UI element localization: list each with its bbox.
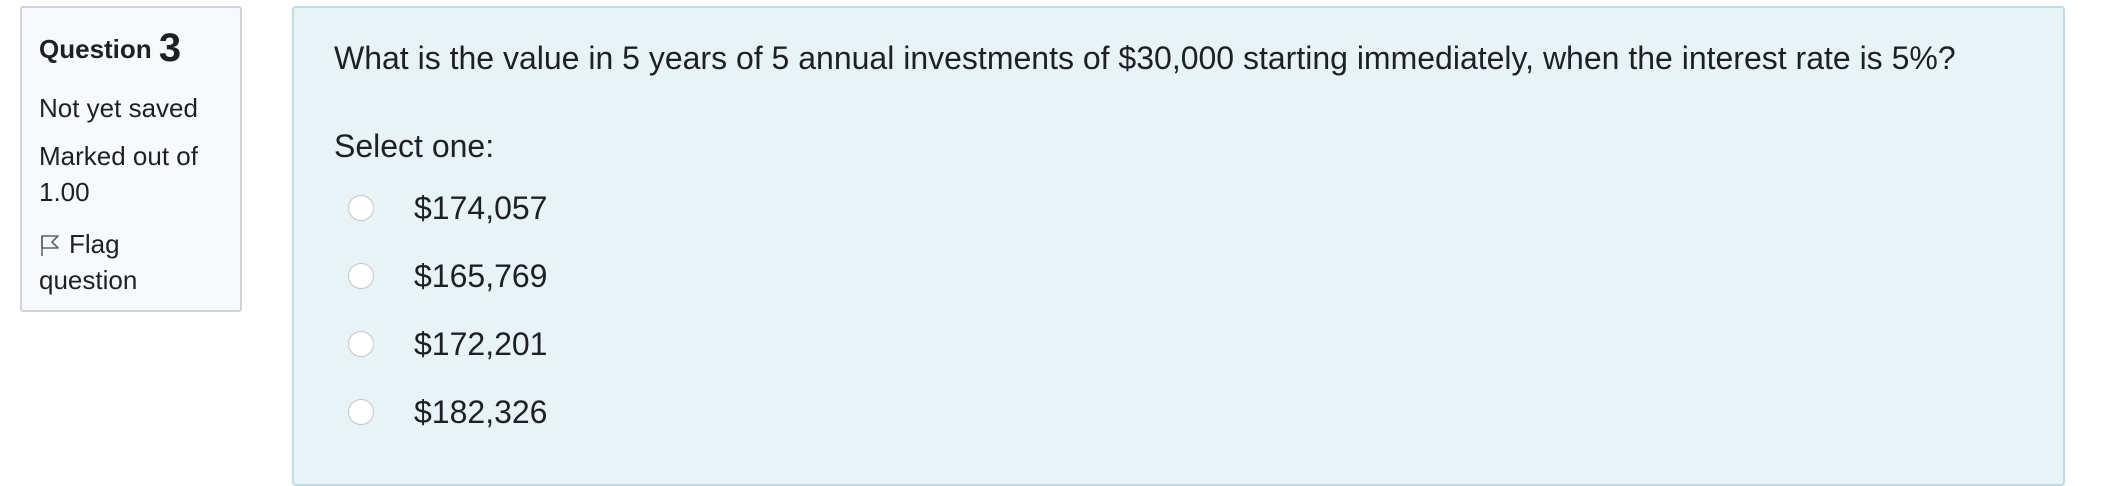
flag-label-line2: question <box>39 265 138 295</box>
answer-label[interactable]: $174,057 <box>414 190 547 227</box>
flag-icon <box>41 235 59 256</box>
select-prompt: Select one: <box>334 128 495 164</box>
radio-button[interactable] <box>348 331 374 357</box>
radio-button[interactable] <box>348 195 374 221</box>
answer-list: $174,057 $165,769 $172,201 $182,326 <box>334 174 2023 446</box>
question-grade: Marked out of 1.00 <box>39 138 224 210</box>
question-content-panel: What is the value in 5 years of 5 annual… <box>292 6 2065 486</box>
answer-label[interactable]: $172,201 <box>414 326 547 363</box>
marked-out-of-label: Marked out of <box>39 141 198 171</box>
answer-option[interactable]: $182,326 <box>334 378 2023 446</box>
question-info-panel: Question 3 Not yet saved Marked out of 1… <box>20 6 242 312</box>
flag-question-button[interactable]: Flag question <box>39 226 224 298</box>
answer-option[interactable]: $174,057 <box>334 174 2023 242</box>
answer-option[interactable]: $172,201 <box>334 310 2023 378</box>
marked-out-of-value: 1.00 <box>39 177 90 207</box>
answer-label[interactable]: $182,326 <box>414 394 547 431</box>
radio-button[interactable] <box>348 399 374 425</box>
question-number: 3 <box>158 26 182 70</box>
question-state: Not yet saved <box>39 93 198 123</box>
radio-button[interactable] <box>348 263 374 289</box>
flag-label: Flag <box>69 229 120 259</box>
answer-option[interactable]: $165,769 <box>334 242 2023 310</box>
question-label: Question <box>39 34 152 64</box>
question-text: What is the value in 5 years of 5 annual… <box>334 40 1956 76</box>
question-heading: Question 3 <box>39 24 224 72</box>
answer-label[interactable]: $165,769 <box>414 258 547 295</box>
